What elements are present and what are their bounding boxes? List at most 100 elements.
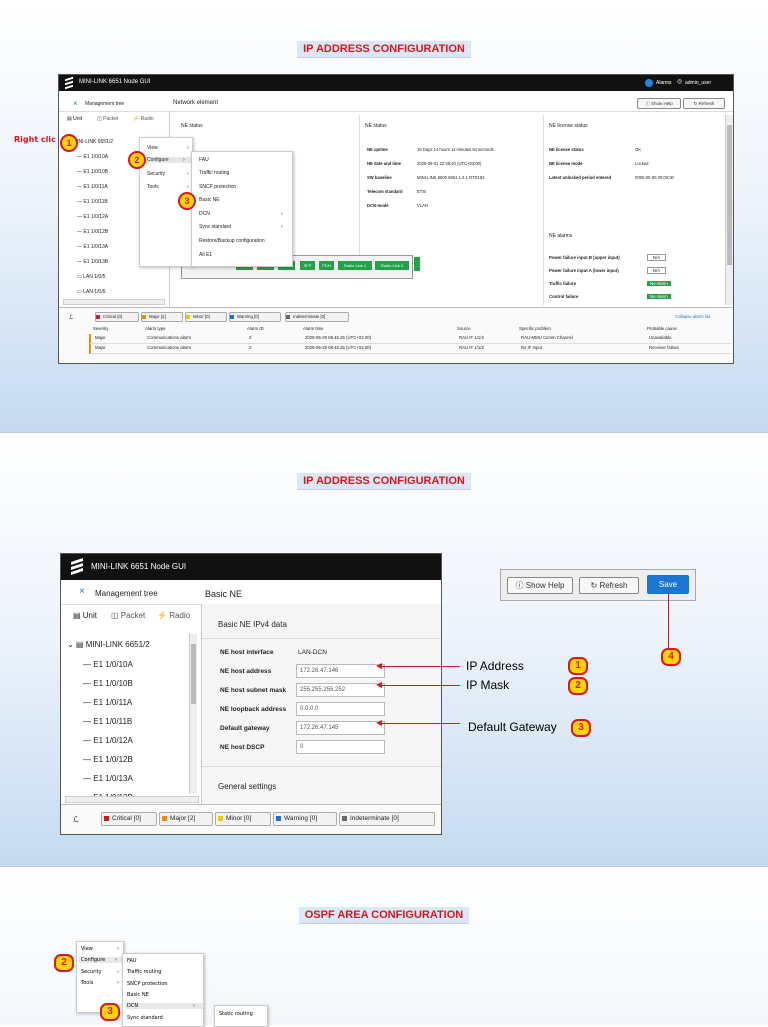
port-button[interactable]: PDH [319, 261, 334, 270]
refresh-button[interactable]: ↻ Refresh [579, 577, 639, 594]
refresh-button[interactable]: ↻ Refresh [683, 98, 725, 109]
right-click-label: Right clic [14, 135, 56, 144]
tree-item[interactable]: — E1 1/0/12A [77, 214, 108, 220]
menu-item-sync-standard[interactable]: Sync standard › [199, 224, 283, 230]
menu-item-all-e1[interactable]: All E1 [199, 252, 212, 258]
default-gateway-input[interactable]: 172.26.47.145 [296, 721, 385, 735]
table-row[interactable]: Major Communications alarm 3 2028-05-29 … [89, 344, 731, 354]
ne-host-dscp-input[interactable]: 0 [296, 740, 385, 754]
tree-item[interactable]: — E1 1/0/12B [83, 755, 133, 764]
port-button[interactable]: SFP [300, 261, 315, 270]
col-header[interactable]: Probable cause [647, 326, 677, 331]
tree-item[interactable]: — E1 1/0/12B [77, 229, 108, 235]
menu-item-basic-ne[interactable]: Basic NE [127, 992, 149, 998]
ne-host-address-input[interactable]: 172.26.47.146 [296, 664, 385, 678]
menu-item-view[interactable]: View › [147, 145, 189, 151]
tree-vertical-scrollbar[interactable] [189, 634, 197, 794]
tree-item[interactable]: — E1 1/0/13A [83, 774, 133, 783]
menu-item-sync-standard[interactable]: Sync standard [127, 1015, 163, 1021]
menu-item-sncp-protection[interactable]: SNCP protection [127, 981, 168, 987]
tab-radio[interactable]: ⚡ Radio [157, 611, 190, 620]
col-header[interactable]: Severity [93, 326, 109, 331]
license-row: NE license status OK [549, 147, 642, 152]
indeterminate-filter-chip[interactable]: Indeterminate [0] [339, 812, 435, 826]
alarm-count-badge[interactable] [645, 79, 653, 87]
menu-item-security[interactable]: Security › [81, 969, 119, 975]
menu-item-configure[interactable]: Configure › [143, 157, 193, 163]
tree-item[interactable]: — E1 1/0/11B [83, 717, 132, 726]
minor-filter-chip[interactable]: Minor [0] [215, 812, 271, 826]
tree-item[interactable]: — E1 1/0/11B [77, 199, 108, 205]
page-title: Basic NE [205, 589, 243, 599]
alarm-bell-icon[interactable]: ℒ [73, 815, 79, 824]
tree-item[interactable]: ▭ LAN 1/0/6 [77, 289, 105, 295]
menu-item-configure[interactable]: Configure › [79, 957, 123, 963]
main-vertical-scrollbar[interactable] [725, 115, 733, 305]
radio-link-button[interactable]: Radio Link 2 [375, 261, 409, 270]
menu-item-dcn[interactable]: DCN › [199, 211, 283, 217]
tree-item[interactable]: — E1 1/0/10A [83, 660, 133, 669]
close-icon[interactable]: × [79, 586, 85, 597]
menu-item-tools[interactable]: Tools › [81, 980, 119, 986]
tree-item[interactable]: — E1 1/0/11A [77, 184, 108, 190]
menu-item-static-routing[interactable]: Static routing [219, 1011, 253, 1017]
tree-item[interactable]: — E1 1/0/13B [77, 259, 108, 265]
ne-loopback-address-input[interactable]: 0.0.0.0 [296, 702, 385, 716]
chevron-down-icon: ⌄ ▤ [67, 640, 86, 649]
tab-packet[interactable]: ◫ Packet [111, 611, 145, 620]
tab-radio[interactable]: ⚡ Radio [133, 116, 154, 122]
tab-unit[interactable]: ▤ Unit [67, 116, 82, 122]
major-filter-chip[interactable]: Major [2] [159, 812, 213, 826]
tree-root[interactable]: MINI-LINK 6651/2 [73, 139, 113, 145]
tree-item[interactable]: — E1 1/0/12A [83, 736, 133, 745]
menu-item-restore-backup[interactable]: Restore/Backup configuration [199, 238, 265, 244]
radio-link-button[interactable]: Radio Link 1 [338, 261, 372, 270]
close-icon[interactable]: × [73, 99, 78, 108]
tree-horizontal-scrollbar[interactable] [63, 299, 165, 305]
critical-filter-chip[interactable]: Critical [0] [95, 312, 139, 322]
alarms-link[interactable]: Alarms [656, 80, 672, 86]
user-name[interactable]: admin_user [685, 80, 711, 86]
indeterminate-filter-chip[interactable]: Indeterminate [0] [285, 312, 349, 322]
menu-item-traffic-routing[interactable]: Traffic routing [199, 170, 229, 176]
col-header[interactable]: Alarm type [145, 326, 166, 331]
critical-filter-chip[interactable]: Critical [0] [101, 812, 157, 826]
field-label: Default gateway [220, 725, 270, 732]
menu-item-fau[interactable]: FAU [199, 157, 209, 163]
tree-horizontal-scrollbar[interactable] [65, 796, 199, 803]
tree-root[interactable]: ⌄ ▤ MINI-LINK 6651/2 [67, 640, 150, 649]
tab-unit[interactable]: ▤ Unit [73, 611, 97, 620]
tree-item[interactable]: — E1 1/0/13A [77, 244, 108, 250]
alarm-bell-icon[interactable]: ℒ [69, 314, 73, 321]
alarm-status-row: Control failure No Alarm [549, 290, 729, 303]
tree-item[interactable]: — E1 1/0/10B [77, 169, 108, 175]
table-row[interactable]: Major Communications alarm 2 2028-05-29 … [89, 334, 731, 344]
section-heading: General settings [218, 782, 277, 791]
menu-item-fau[interactable]: FAU [127, 958, 137, 964]
menu-item-sncp-protection[interactable]: SNCP protection [199, 184, 236, 190]
menu-item-view[interactable]: View › [81, 946, 119, 952]
ne-host-subnet-mask-input[interactable]: 255.255.255.252 [296, 683, 385, 697]
collapse-alarm-list-link[interactable]: Collapse alarm list [675, 314, 710, 319]
warning-filter-chip[interactable]: Warning [0] [273, 812, 337, 826]
warning-filter-chip[interactable]: Warning [0] [229, 312, 281, 322]
tree-item[interactable]: ▭ LAN 1/0/5 [77, 274, 105, 280]
menu-item-traffic-routing[interactable]: Traffic routing [127, 969, 161, 975]
tree-item[interactable]: — E1 1/0/11A [83, 698, 132, 707]
menu-item-security[interactable]: Security › [147, 171, 189, 177]
tab-packet[interactable]: ◫ Packet [97, 116, 118, 122]
major-filter-chip[interactable]: Major [2] [141, 312, 183, 322]
menu-item-tools[interactable]: Tools › [147, 184, 189, 190]
col-header[interactable]: Specific problem [519, 326, 551, 331]
col-header[interactable]: Alarm time [303, 326, 324, 331]
minor-filter-chip[interactable]: Minor [0] [185, 312, 227, 322]
save-button[interactable]: Save [647, 575, 689, 594]
col-header[interactable]: Source [457, 326, 471, 331]
tree-item[interactable]: — E1 1/0/10B [83, 679, 133, 688]
menu-item-dcn[interactable]: DCN › [125, 1003, 203, 1009]
col-header[interactable]: Alarm ID [247, 326, 264, 331]
tree-item[interactable]: — E1 1/0/10A [77, 154, 108, 160]
show-help-button[interactable]: ⓘ Show Help [507, 577, 573, 594]
menu-item-basic-ne[interactable]: Basic NE [199, 197, 220, 203]
show-help-button[interactable]: ⓘ Show Help [637, 98, 681, 109]
